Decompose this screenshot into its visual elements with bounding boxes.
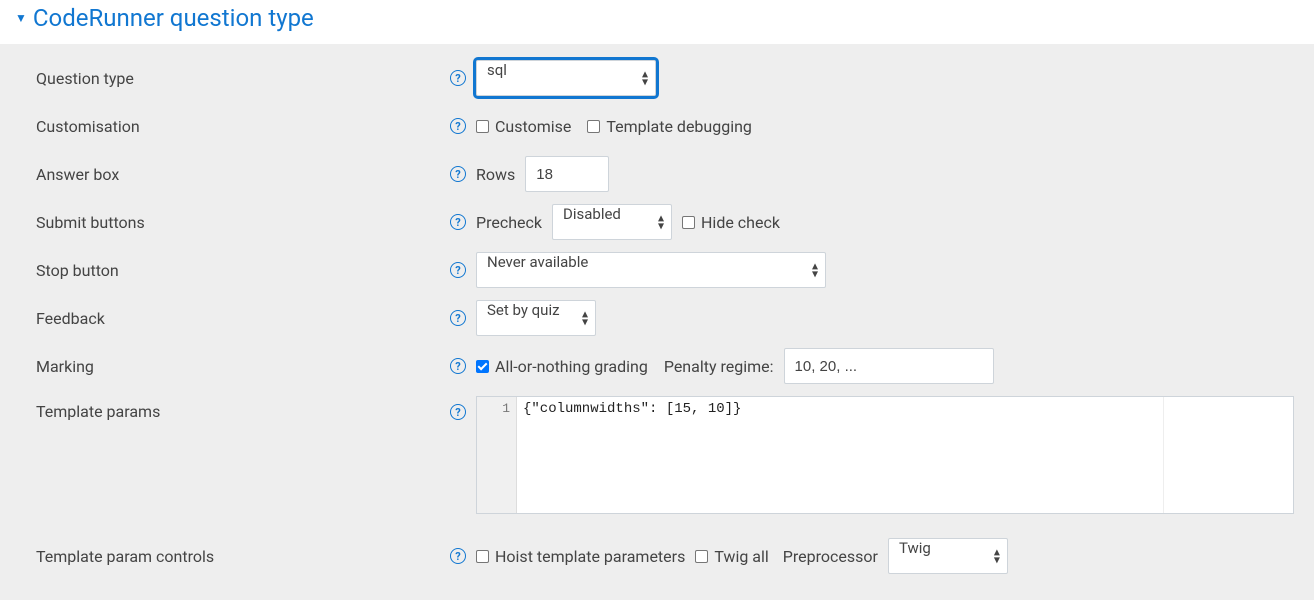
section-header[interactable]: ▼ CodeRunner question type [0,0,1314,44]
section-title: CodeRunner question type [33,4,314,32]
help-icon[interactable]: ? [450,548,466,564]
rows-input[interactable] [525,156,609,192]
help-icon[interactable]: ? [450,70,466,86]
help-icon[interactable]: ? [450,214,466,230]
penalty-regime-input[interactable] [784,348,994,384]
label-submit-buttons: Submit buttons [36,213,145,232]
label-stop-button: Stop button [36,261,119,280]
rows-label: Rows [476,165,515,184]
twig-all-checkbox[interactable]: Twig all [695,547,768,566]
precheck-label: Precheck [476,213,542,232]
help-icon[interactable]: ? [450,358,466,374]
template-params-editor[interactable]: 1 {"columnwidths": [15, 10]} [476,396,1294,514]
template-debugging-checkbox[interactable]: Template debugging [587,117,752,136]
checkbox-checked-icon [476,360,489,373]
hoist-template-parameters-checkbox[interactable]: Hoist template parameters [476,547,685,566]
checkbox-icon [587,120,600,133]
checkbox-icon [695,550,708,563]
label-answer-box: Answer box [36,165,119,184]
label-template-param-controls: Template param controls [36,547,214,566]
help-icon[interactable]: ? [450,118,466,134]
label-customisation: Customisation [36,117,140,136]
precheck-select[interactable]: Disabled [552,204,672,240]
editor-scroll-area [1163,397,1293,513]
editor-content[interactable]: {"columnwidths": [15, 10]} [517,397,1163,513]
preprocessor-select[interactable]: Twig [888,538,1008,574]
stop-button-select[interactable]: Never available [476,252,826,288]
form-area: Question type ? sql ▴▾ Customisation ? C… [0,44,1314,600]
label-marking: Marking [36,357,94,376]
customise-checkbox[interactable]: Customise [476,117,571,136]
feedback-select[interactable]: Set by quiz [476,300,596,336]
chevron-down-icon: ▼ [15,11,27,25]
label-question-type: Question type [36,69,134,88]
editor-gutter: 1 [477,397,517,513]
label-feedback: Feedback [36,309,105,328]
penalty-regime-label: Penalty regime: [664,357,774,376]
label-template-params: Template params [36,402,160,421]
checkbox-icon [476,120,489,133]
checkbox-icon [476,550,489,563]
help-icon[interactable]: ? [450,310,466,326]
checkbox-icon [682,216,695,229]
help-icon[interactable]: ? [450,262,466,278]
help-icon[interactable]: ? [450,166,466,182]
hide-check-checkbox[interactable]: Hide check [682,213,780,232]
preprocessor-label: Preprocessor [783,547,878,566]
all-or-nothing-checkbox[interactable]: All-or-nothing grading [476,357,648,376]
help-icon[interactable]: ? [450,404,466,420]
question-type-select[interactable]: sql [476,60,656,96]
